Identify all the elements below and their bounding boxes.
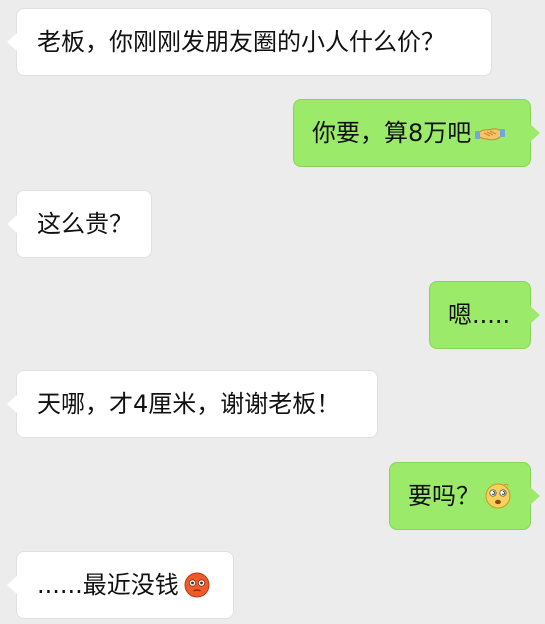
message-text: 老板，你刚刚发朋友圈的小人什么价？ (37, 28, 445, 56)
handshake-icon (475, 121, 506, 145)
bubble-tail (7, 33, 17, 51)
message-text: ......最近没钱 (37, 571, 179, 599)
message-bubble-incoming[interactable]: 这么贵？ (7, 190, 152, 258)
message-text: 嗯..... (448, 301, 511, 329)
dizzy-face-icon (484, 482, 512, 510)
bubble-tail (7, 576, 17, 594)
bubble-tail (7, 215, 17, 233)
message-bubble-incoming[interactable]: 天哪，才4厘米，谢谢老板！ (7, 370, 378, 438)
message-text: 这么贵？ (37, 210, 133, 238)
message-text: 要吗？ (408, 482, 480, 510)
bubble-tail (530, 487, 540, 505)
bubble-tail (530, 124, 540, 142)
message-bubble-incoming[interactable]: 老板，你刚刚发朋友圈的小人什么价？ (7, 8, 492, 76)
bubble-tail (7, 395, 17, 413)
message-bubble-outgoing[interactable]: 要吗？ (389, 462, 540, 530)
flushed-face-icon (183, 571, 211, 599)
message-bubble-outgoing[interactable]: 你要，算8万吧 (293, 99, 540, 167)
message-text: 你要，算8万吧 (312, 119, 472, 147)
message-bubble-outgoing[interactable]: 嗯..... (429, 281, 540, 349)
bubble-tail (530, 306, 540, 324)
message-text: 天哪，才4厘米，谢谢老板！ (37, 390, 341, 418)
chat-conversation: 老板，你刚刚发朋友圈的小人什么价？ 你要，算8万吧 这么贵？ 嗯..... 天哪… (0, 0, 545, 624)
message-bubble-incoming[interactable]: ......最近没钱 (7, 551, 234, 619)
